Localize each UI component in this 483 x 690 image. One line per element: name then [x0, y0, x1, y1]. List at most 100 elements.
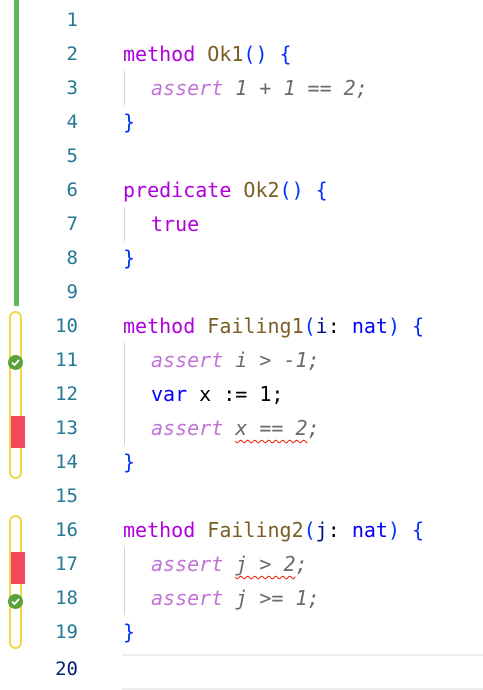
code-text: assert j >= 1;	[151, 586, 320, 610]
code-text: method Failing1(i: nat) {	[123, 314, 424, 338]
indent-guide	[124, 207, 125, 241]
keyword: assert	[151, 416, 224, 440]
method-name: Failing1	[207, 314, 304, 338]
method-name: Failing2	[207, 518, 304, 542]
close-brace: }	[123, 450, 136, 474]
keyword: predicate	[123, 178, 232, 202]
code-line[interactable]: 9	[0, 275, 483, 309]
expression: j >= 1;	[223, 586, 320, 610]
literal-true: true	[151, 212, 200, 236]
code-line[interactable]: 7 true	[0, 207, 483, 241]
line-number: 7	[66, 213, 78, 235]
code-line[interactable]: 15	[0, 479, 483, 513]
keyword: assert	[151, 586, 224, 610]
close-brace: }	[123, 620, 136, 644]
expression: i > -1;	[223, 348, 320, 372]
line-number: 17	[55, 553, 78, 575]
code-line[interactable]: 6 predicate Ok2() {	[0, 173, 483, 207]
line-number: 4	[66, 111, 78, 133]
code-line[interactable]: 19 }	[0, 615, 483, 649]
param-name: i	[315, 314, 328, 338]
line-number: 2	[66, 43, 78, 65]
line-number: 3	[66, 77, 78, 99]
code-line[interactable]: 18 assert j >= 1;	[0, 581, 483, 615]
colon: :	[327, 518, 352, 542]
code-line[interactable]: 12 var x := 1;	[0, 377, 483, 411]
paren-close: )	[387, 314, 400, 338]
code-line[interactable]: 2 method Ok1() {	[0, 37, 483, 71]
parens: ()	[279, 178, 304, 202]
line-number: 9	[66, 281, 78, 303]
line-number: 11	[55, 349, 78, 371]
keyword: assert	[151, 348, 224, 372]
code-line[interactable]: 16 method Failing2(j: nat) {	[0, 513, 483, 547]
indent-guide	[124, 547, 125, 581]
colon: :	[327, 314, 352, 338]
open-brace: {	[399, 314, 425, 338]
line-number: 10	[55, 315, 78, 337]
code-text: assert x == 2;	[151, 416, 320, 440]
indent-guide	[124, 581, 125, 615]
code-line[interactable]: 8 }	[0, 241, 483, 275]
code-line[interactable]: 13 assert x == 2;	[0, 411, 483, 445]
code-text: method Failing2(j: nat) {	[123, 518, 424, 542]
error-expression[interactable]: j > 2	[235, 552, 295, 576]
code-line[interactable]: 14 }	[0, 445, 483, 479]
code-editor[interactable]: 1 2 method Ok1() { 3 assert 1 + 1 == 2; …	[0, 0, 483, 690]
code-line[interactable]: 10 method Failing1(i: nat) {	[0, 309, 483, 343]
code-line[interactable]: 20	[0, 652, 483, 686]
line-number: 8	[66, 247, 78, 269]
keyword: var	[151, 382, 188, 406]
indent-guide	[124, 377, 125, 411]
keyword: assert	[151, 76, 224, 100]
indent-guide	[124, 411, 125, 445]
code-line[interactable]: 1	[0, 3, 483, 37]
open-brace: {	[303, 178, 328, 202]
line-number: 19	[55, 621, 78, 643]
param-type: nat	[351, 518, 388, 542]
code-text: predicate Ok2() {	[123, 178, 328, 202]
code-line[interactable]: 4 }	[0, 105, 483, 139]
open-brace: {	[267, 42, 292, 66]
line-number: 1	[66, 9, 78, 31]
line-number: 15	[55, 485, 78, 507]
keyword: method	[123, 518, 196, 542]
code-text: assert 1 + 1 == 2;	[151, 76, 368, 100]
expression: 1 + 1 == 2;	[223, 76, 368, 100]
semicolon: ;	[295, 552, 308, 576]
error-expression[interactable]: x == 2	[235, 416, 307, 440]
code-text: method Ok1() {	[123, 42, 292, 66]
code-text: }	[123, 620, 135, 644]
code-text: assert j > 2;	[151, 552, 308, 576]
method-name: Ok1	[207, 42, 244, 66]
line-number: 18	[55, 587, 78, 609]
param-type: nat	[351, 314, 388, 338]
close-brace: }	[123, 110, 136, 134]
line-number: 6	[66, 179, 78, 201]
parens: ()	[243, 42, 268, 66]
paren-open: (	[303, 314, 316, 338]
line-number: 13	[55, 417, 78, 439]
code-text: }	[123, 450, 135, 474]
statement: x := 1;	[187, 382, 284, 406]
code-line[interactable]: 11 assert i > -1;	[0, 343, 483, 377]
predicate-name: Ok2	[243, 178, 280, 202]
semicolon: ;	[307, 416, 320, 440]
line-number: 16	[55, 519, 78, 541]
keyword: assert	[151, 552, 224, 576]
code-text: }	[123, 246, 135, 270]
line-number: 14	[55, 451, 78, 473]
code-line[interactable]: 3 assert 1 + 1 == 2;	[0, 71, 483, 105]
code-line[interactable]: 17 assert j > 2;	[0, 547, 483, 581]
code-text: true	[151, 212, 199, 236]
param-name: j	[315, 518, 328, 542]
code-line[interactable]: 5	[0, 139, 483, 173]
indent-guide	[124, 71, 125, 105]
code-text: var x := 1;	[151, 382, 283, 406]
keyword: method	[123, 314, 196, 338]
indent-guide	[124, 343, 125, 377]
paren-close: )	[387, 518, 400, 542]
paren-open: (	[303, 518, 316, 542]
